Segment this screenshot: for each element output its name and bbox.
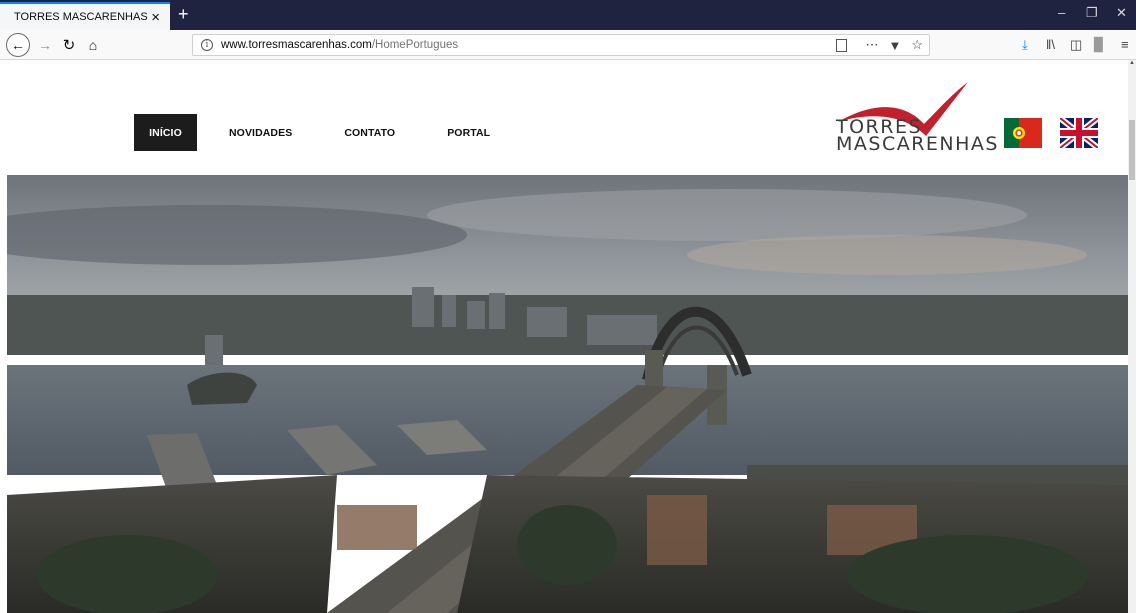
nav-inicio[interactable]: INÍCIO xyxy=(134,114,197,151)
pocket-icon[interactable]: ▼ xyxy=(888,38,901,53)
browser-toolbar: ← → ↻ ⌂ i www.torresmascarenhas.com/Home… xyxy=(0,30,1136,60)
scroll-thumb[interactable] xyxy=(1129,120,1135,180)
back-icon[interactable]: ← xyxy=(6,33,30,57)
forward-icon[interactable]: → xyxy=(34,34,56,56)
home-icon[interactable]: ⌂ xyxy=(82,34,104,56)
nav-novidades[interactable]: NOVIDADES xyxy=(211,114,310,151)
portugal-flag-icon[interactable] xyxy=(1004,118,1042,148)
close-tab-icon[interactable]: × xyxy=(151,10,160,25)
download-icon[interactable]: ⤓ xyxy=(1022,37,1028,53)
url-path: /HomePortugues xyxy=(371,39,459,51)
page-scrollbar[interactable]: ▲ xyxy=(1128,60,1136,613)
more-icon[interactable]: ⋯ xyxy=(865,37,878,53)
bookmark-star-icon[interactable]: ☆ xyxy=(911,37,923,53)
library-icon[interactable]: ‖\ xyxy=(1046,37,1055,52)
web-page: INÍCIO NOVIDADES CONTATO PORTAL TORRES M… xyxy=(0,60,1136,613)
sidebar-icon[interactable]: ◫ xyxy=(1070,37,1082,53)
browser-tab-bar: TORRES MASCARENHAS × + – ❐ ✕ xyxy=(0,0,1136,30)
url-text[interactable]: www.torresmascarenhas.com/HomePortugues xyxy=(221,39,458,51)
window-close-icon[interactable]: ✕ xyxy=(1116,5,1127,21)
scroll-up-icon[interactable]: ▲ xyxy=(1128,60,1136,66)
url-bar[interactable]: i www.torresmascarenhas.com/HomePortugue… xyxy=(192,34,930,56)
minimize-icon[interactable]: – xyxy=(1058,5,1065,20)
nav-portal[interactable]: PORTAL xyxy=(429,114,508,151)
tab-title: TORRES MASCARENHAS xyxy=(14,11,148,23)
reload-icon[interactable]: ↻ xyxy=(58,34,80,56)
hero-image xyxy=(7,175,1130,613)
logo-text-mascarenhas: MASCARENHAS xyxy=(836,133,999,155)
restore-icon[interactable]: ❐ xyxy=(1086,5,1098,21)
menu-icon[interactable]: ≡ xyxy=(1121,37,1129,52)
info-icon[interactable]: i xyxy=(201,39,213,51)
reader-view-icon[interactable] xyxy=(836,38,848,52)
site-logo[interactable]: TORRES MASCARENHAS xyxy=(836,82,997,154)
new-tab-icon[interactable]: + xyxy=(178,4,189,24)
url-domain: www.torresmascarenhas.com xyxy=(221,39,372,51)
uk-flag-icon[interactable] xyxy=(1060,118,1098,148)
browser-tab[interactable]: TORRES MASCARENHAS × xyxy=(0,2,170,30)
site-navigation: INÍCIO NOVIDADES CONTATO PORTAL xyxy=(134,114,512,151)
reader-icon[interactable]: ▉ xyxy=(1094,37,1104,53)
nav-contato[interactable]: CONTATO xyxy=(314,114,425,151)
